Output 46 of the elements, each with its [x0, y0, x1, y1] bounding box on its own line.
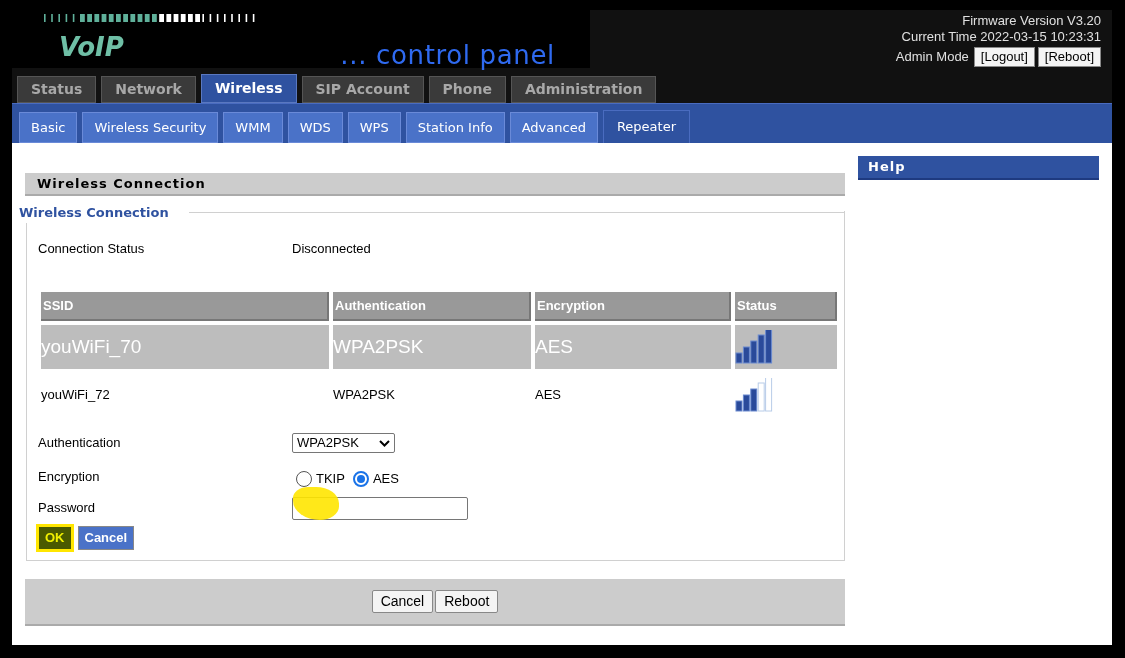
- section-title: Wireless Connection: [37, 174, 206, 193]
- sub-tab[interactable]: WMM: [223, 112, 283, 143]
- connection-status-label: Connection Status: [38, 239, 146, 258]
- sub-tab[interactable]: Wireless Security: [82, 112, 219, 143]
- authentication-select[interactable]: WPA2PSK: [292, 433, 395, 453]
- table-cell-text: WPA2PSK: [333, 386, 396, 405]
- header-button[interactable]: [Logout]: [973, 47, 1035, 67]
- main-tab[interactable]: Phone: [428, 76, 506, 103]
- column-header: Encryption: [535, 292, 731, 321]
- main-tab[interactable]: Status: [17, 76, 97, 103]
- firmware-version: Firmware Version V3.20: [962, 13, 1101, 29]
- main-tab[interactable]: SIP Account: [301, 76, 424, 103]
- table-cell: AES: [535, 325, 731, 369]
- sub-tab[interactable]: Repeater: [602, 110, 690, 143]
- table-cell-text: AES: [535, 386, 562, 405]
- connection-status-value: Disconnected: [292, 239, 371, 258]
- form-button[interactable]: OK: [38, 525, 72, 550]
- main-tab[interactable]: Administration: [510, 76, 657, 103]
- column-header: SSID: [41, 292, 329, 321]
- header-button[interactable]: [Reboot]: [1037, 47, 1101, 67]
- radio-button[interactable]: [352, 470, 369, 487]
- table-cell: WPA2PSK: [333, 325, 531, 369]
- encryption-label: Encryption: [38, 468, 101, 486]
- main-tab[interactable]: Wireless: [200, 74, 297, 103]
- admin-mode-label: Admin Mode: [895, 49, 969, 65]
- sub-tab[interactable]: Advanced: [509, 112, 598, 143]
- footer-button[interactable]: Cancel: [371, 590, 434, 613]
- main-tab[interactable]: Network: [101, 76, 196, 103]
- form-button[interactable]: Cancel: [77, 525, 135, 550]
- help-title: Help: [868, 158, 906, 177]
- column-header: Status: [735, 292, 837, 321]
- logo-text: VoIP: [59, 34, 124, 64]
- password-label: Password: [38, 499, 97, 518]
- logo-tagline: ... control panel: [340, 42, 555, 68]
- radio-label: AES: [372, 470, 399, 488]
- sub-tab[interactable]: Station Info: [405, 112, 505, 143]
- sub-tab[interactable]: Basic: [19, 112, 78, 143]
- radio-label: TKIP: [316, 470, 345, 488]
- table-cell[interactable]: youWiFi_72: [41, 369, 329, 421]
- authentication-label: Authentication: [38, 434, 122, 453]
- chevron-down-icon: [379, 439, 390, 447]
- footer-button[interactable]: Reboot: [435, 590, 499, 613]
- sub-tab[interactable]: WDS: [287, 112, 343, 143]
- column-header: Authentication: [333, 292, 531, 321]
- current-time: Current Time 2022-03-15 10:23:31: [901, 29, 1101, 45]
- sub-tab[interactable]: WPS: [347, 112, 401, 143]
